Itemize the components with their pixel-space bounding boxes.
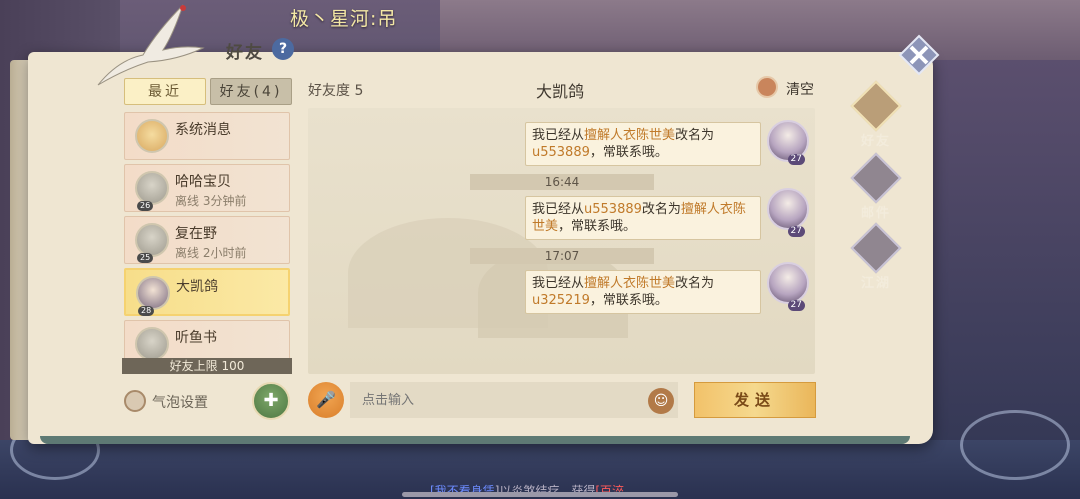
nav-label: 好友 [860, 134, 891, 149]
chat-message: 我已经从u553889改名为擅解人衣陈世美，常联系哦。 [525, 196, 761, 240]
friend-list[interactable]: 系统消息 26 哈哈宝贝 离线 3分钟前 25 复在野 离线 2小时前 28 大… [122, 112, 294, 360]
tab-friends[interactable]: 好友(4) [210, 78, 292, 105]
level-badge: 25 [137, 253, 154, 263]
chat-message: 我已经从擅解人衣陈世美改名为u553889，常联系哦。 [525, 122, 761, 166]
avatar [135, 327, 169, 360]
cloud-decoration [960, 410, 1070, 480]
timestamp: 16:44 [470, 174, 654, 190]
avatar[interactable] [767, 188, 809, 230]
friend-name: 系统消息 [175, 122, 231, 138]
level-badge: 27 [787, 154, 805, 165]
level-badge: 27 [787, 300, 805, 311]
list-item[interactable]: 25 复在野 离线 2小时前 [124, 216, 290, 264]
mail-icon [850, 152, 902, 204]
friend-name: 大凯鸽 [176, 279, 218, 295]
friend-name: 听鱼书 [175, 330, 217, 346]
affinity-label: 好友度 5 [308, 83, 364, 99]
nav-label: 江湖 [860, 276, 891, 291]
side-nav: 好友 邮件 江湖 [840, 80, 910, 300]
chat-history[interactable]: 我已经从擅解人衣陈世美改名为u553889，常联系哦。 27 16:44 我已经… [308, 108, 815, 374]
timestamp: 17:07 [470, 248, 654, 264]
send-button[interactable]: 发送 [694, 382, 816, 418]
clear-label: 清空 [786, 82, 814, 98]
chat-message: 我已经从擅解人衣陈世美改名为u325219，常联系哦。 [525, 270, 761, 314]
friend-limit: 好友上限 100 [122, 358, 292, 374]
chat-title: 大凯鸽 [535, 82, 584, 101]
list-item[interactable]: 26 哈哈宝贝 离线 3分钟前 [124, 164, 290, 212]
list-item[interactable]: 系统消息 [124, 112, 290, 160]
avatar [136, 276, 170, 310]
background-top [440, 0, 1080, 60]
nav-item-mail[interactable]: 邮件 [846, 152, 906, 226]
list-item[interactable]: 听鱼书 [124, 320, 290, 360]
player-name: 极丶星河:吊 [290, 8, 398, 30]
voice-button[interactable]: 🎤 [308, 382, 344, 418]
friend-list-panel: 最近 好友(4) 系统消息 26 哈哈宝贝 离线 3分钟前 25 复在野 离线 … [118, 70, 298, 435]
level-badge: 28 [138, 306, 155, 316]
friends-icon [850, 80, 902, 132]
friend-status: 离线 2小时前 [175, 246, 247, 260]
book-edge [40, 436, 910, 444]
emoji-button[interactable]: ☺ [648, 388, 674, 414]
friend-name: 哈哈宝贝 [175, 174, 231, 190]
add-user-icon: ✚ [263, 390, 279, 411]
input-row: 🎤 ☺ 发送 [308, 380, 818, 420]
avatar[interactable] [767, 262, 809, 304]
nav-label: 邮件 [860, 206, 891, 221]
friend-status: 离线 3分钟前 [175, 194, 247, 208]
friend-name: 复在野 [175, 226, 217, 242]
bubble-settings-label: 气泡设置 [152, 395, 208, 411]
tab-recent[interactable]: 最近 [124, 78, 206, 105]
add-friend-button[interactable]: ✚ [252, 382, 290, 420]
smiley-icon: ☺ [653, 393, 669, 409]
chat-panel: 好友度 5 大凯鸽 清空 我已经从擅解人衣陈世美改名为u553889，常联系哦。… [300, 70, 830, 432]
avatar [135, 119, 169, 153]
avatar [135, 223, 169, 257]
eraser-icon [756, 76, 778, 98]
level-badge: 27 [787, 226, 805, 237]
avatar [135, 171, 169, 205]
microphone-icon: 🎤 [316, 390, 336, 409]
home-indicator[interactable] [402, 492, 678, 497]
panel-title: 好友 [226, 43, 264, 63]
close-icon[interactable] [898, 34, 940, 76]
gear-icon [124, 390, 146, 412]
message-input[interactable] [350, 382, 678, 418]
list-item-selected[interactable]: 28 大凯鸽 [124, 268, 290, 316]
help-icon[interactable]: ? [272, 38, 294, 60]
level-badge: 26 [137, 201, 154, 211]
nav-item-friends[interactable]: 好友 [846, 80, 906, 154]
nav-item-jianghu[interactable]: 江湖 [846, 222, 906, 296]
jianghu-icon [850, 222, 902, 274]
